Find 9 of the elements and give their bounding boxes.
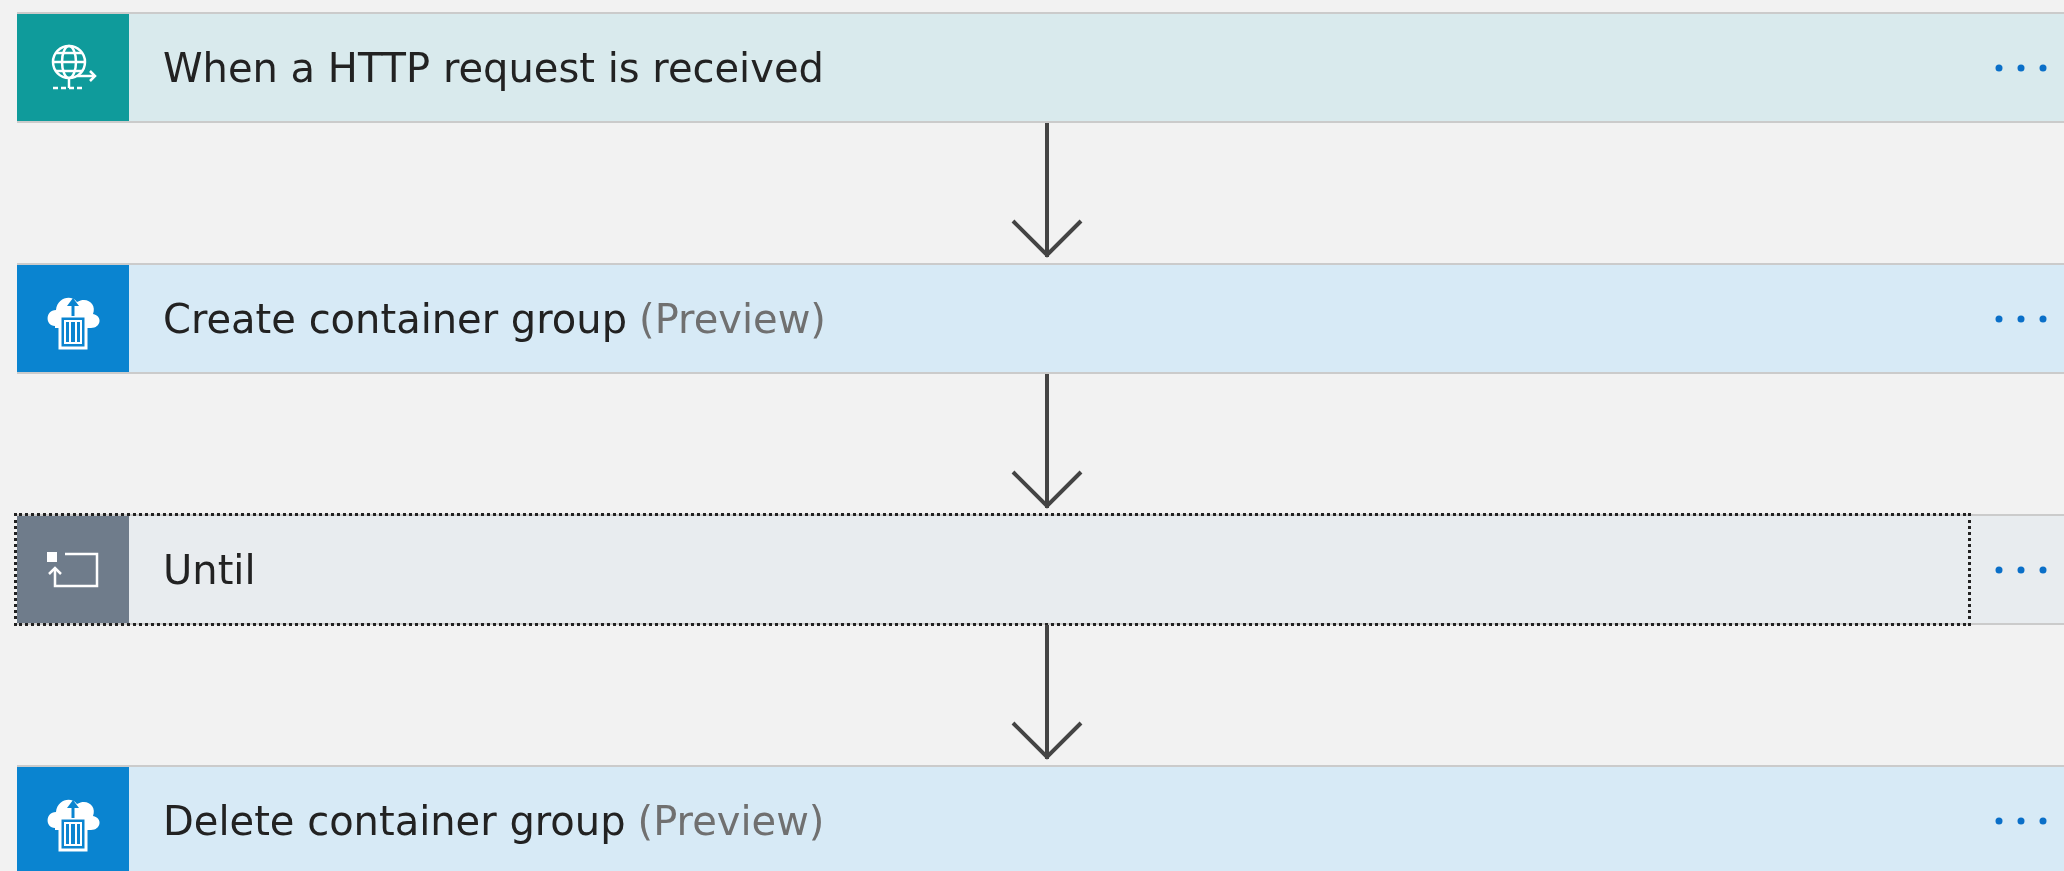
step-card[interactable]: When a HTTP request is received (17, 12, 2064, 123)
step-title: Delete container group (Preview) (163, 797, 825, 844)
step-card[interactable]: Delete container group (Preview) (17, 765, 2064, 871)
step-title: Create container group (Preview) (163, 295, 826, 342)
step-title: When a HTTP request is received (163, 44, 824, 91)
loop-icon (45, 549, 101, 590)
step-card[interactable]: Until (17, 514, 2064, 625)
step-title: Until (163, 546, 256, 593)
step-card[interactable]: Create container group (Preview) (17, 263, 2064, 374)
